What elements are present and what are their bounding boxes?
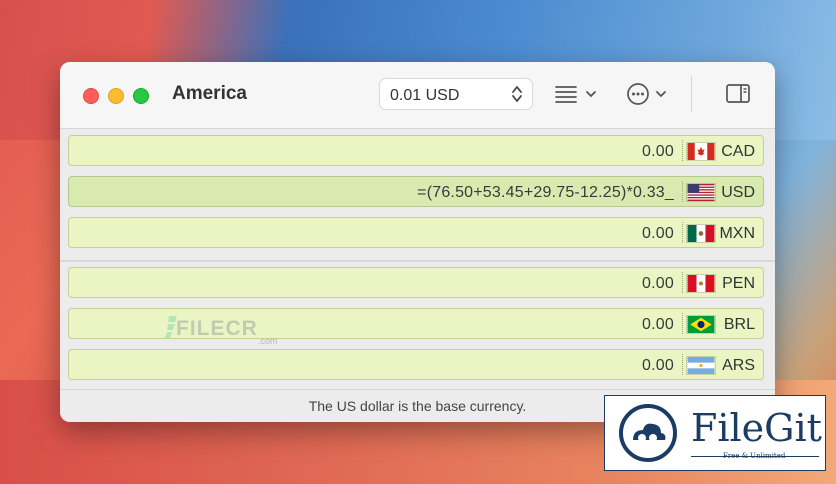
- currency-code: CAD: [721, 143, 755, 160]
- app-window: America 0.01 USD 0.00 CAD =(76.50+53.45+…: [60, 62, 775, 422]
- argentina-flag-icon: [686, 356, 716, 375]
- stepper-arrows-icon[interactable]: [510, 83, 524, 105]
- currency-row-pen[interactable]: 0.00 PEN: [68, 267, 764, 298]
- more-menu-button[interactable]: [626, 80, 672, 108]
- currency-value[interactable]: 0.00: [642, 275, 674, 293]
- currency-value[interactable]: 0.00: [642, 143, 674, 161]
- filegit-logo-icon: [619, 404, 677, 462]
- currency-code: ARS: [722, 357, 755, 374]
- zoom-button[interactable]: [133, 88, 149, 104]
- row-divider: [682, 222, 683, 243]
- chevron-down-icon: [586, 91, 596, 97]
- toolbar-separator: [691, 76, 692, 112]
- filegit-name: FileGit: [691, 406, 822, 450]
- filecr-watermark: FILECR: [176, 317, 258, 340]
- group-separator: [60, 260, 775, 262]
- row-divider: [682, 140, 683, 161]
- currency-row-cad[interactable]: 0.00 CAD: [68, 135, 764, 166]
- mexico-flag-icon: [686, 224, 716, 243]
- currency-value[interactable]: 0.00: [642, 225, 674, 243]
- currency-code: MXN: [719, 225, 755, 242]
- minimize-button[interactable]: [108, 88, 124, 104]
- list-menu-button[interactable]: [554, 80, 600, 108]
- row-divider: [682, 313, 683, 334]
- filecr-watermark-sub: .com: [258, 336, 278, 346]
- chevron-down-icon: [656, 91, 666, 97]
- currency-code: USD: [721, 184, 755, 201]
- window-title: America: [172, 83, 247, 104]
- canada-flag-icon: [686, 142, 716, 161]
- list-icon: [555, 86, 577, 103]
- currency-value[interactable]: 0.00: [642, 357, 674, 375]
- row-divider: [682, 272, 683, 293]
- sidebar-toggle-icon[interactable]: [725, 80, 751, 108]
- currency-value-input[interactable]: =(76.50+53.45+29.75-12.25)*0.33_: [417, 184, 674, 202]
- filegit-badge: FileGit Free & Unlimited: [604, 395, 826, 471]
- row-divider: [682, 354, 683, 375]
- stepper-value: 0.01 USD: [390, 87, 460, 104]
- filegit-tagline: Free & Unlimited: [723, 452, 786, 460]
- usa-flag-icon: [686, 183, 716, 202]
- peru-flag-icon: [686, 274, 716, 293]
- currency-value[interactable]: 0.00: [642, 316, 674, 334]
- row-divider: [682, 181, 683, 202]
- currency-row-ars[interactable]: 0.00 ARS: [68, 349, 764, 380]
- currency-code: BRL: [723, 316, 755, 333]
- close-button[interactable]: [83, 88, 99, 104]
- amount-stepper[interactable]: 0.01 USD: [379, 78, 533, 110]
- title-bar: America 0.01 USD: [60, 62, 775, 129]
- currency-row-mxn[interactable]: 0.00 MXN: [68, 217, 764, 248]
- currency-code: PEN: [722, 275, 755, 292]
- ellipsis-circle-icon: [627, 83, 649, 105]
- currency-row-usd[interactable]: =(76.50+53.45+29.75-12.25)*0.33_ USD: [68, 176, 764, 207]
- brazil-flag-icon: [686, 315, 716, 334]
